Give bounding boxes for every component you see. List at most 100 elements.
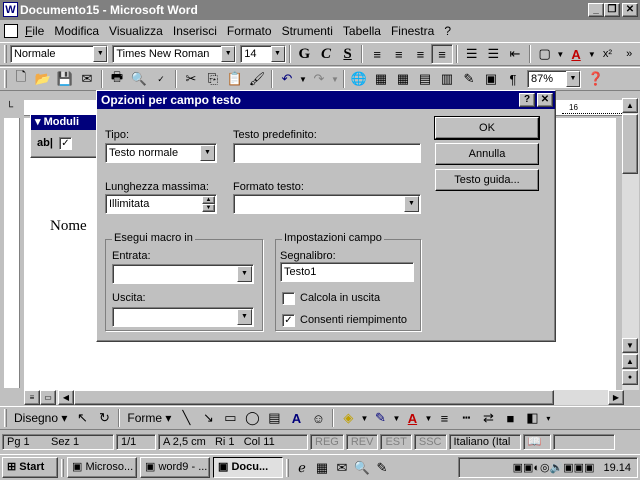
font-color-icon[interactable]: A xyxy=(565,44,587,64)
calcola-checkbox[interactable] xyxy=(282,292,295,305)
fill-color-icon[interactable]: ◈ xyxy=(337,408,359,428)
chevron-down-icon[interactable]: ▼ xyxy=(587,44,597,64)
align-right-icon[interactable]: ≡ xyxy=(410,44,432,64)
prev-page-button[interactable]: ▲ xyxy=(622,354,638,369)
vertical-scrollbar[interactable]: ▲ ▼ ▲ ● xyxy=(622,98,639,390)
3d-icon[interactable]: ◧ xyxy=(521,408,543,428)
numbering-icon[interactable]: ☰ xyxy=(461,44,483,64)
status-est[interactable]: EST xyxy=(380,434,412,450)
scroll-left-button[interactable]: ◀ xyxy=(58,390,74,405)
chevron-down-icon[interactable]: ▼ xyxy=(423,408,433,428)
hscroll-thumb[interactable] xyxy=(74,390,554,405)
chevron-down-icon[interactable]: ▼ xyxy=(237,309,252,325)
rotate-icon[interactable]: ↻ xyxy=(93,408,115,428)
start-button[interactable]: ⊞ Start xyxy=(2,457,58,478)
task-word9[interactable]: ▣ word9 - ... xyxy=(140,457,210,478)
drawing-icon[interactable]: ✎ xyxy=(458,69,480,89)
line-style-icon[interactable]: ≡ xyxy=(433,408,455,428)
spelling-icon[interactable]: ✓ xyxy=(150,69,172,89)
testo-predefinito-input[interactable] xyxy=(233,143,421,163)
horizontal-scrollbar[interactable]: ≡ ▭ ◀ ▶ xyxy=(24,390,624,405)
paste-icon[interactable]: 📋 xyxy=(224,69,246,89)
spelling-status-icon[interactable]: 📖 xyxy=(522,434,551,450)
open-folder-icon[interactable]: 📂 xyxy=(32,69,54,89)
format-painter-icon[interactable]: 🖌 xyxy=(246,69,268,89)
moduli-title[interactable]: ▾ Moduli xyxy=(31,115,101,130)
vertical-ruler[interactable] xyxy=(4,118,20,388)
font-size-combo[interactable]: 14 ▼ xyxy=(240,45,286,63)
dash-style-icon[interactable]: ┅ xyxy=(455,408,477,428)
testo-guida-button[interactable]: Testo guida... xyxy=(435,169,539,191)
tables-borders-icon[interactable]: ▦ xyxy=(370,69,392,89)
menu-file[interactable]: File xyxy=(20,24,49,38)
toolbar-grip[interactable] xyxy=(4,70,7,88)
chevron-down-icon[interactable]: ▼ xyxy=(237,266,252,282)
task-microsoft[interactable]: ▣ Microso... xyxy=(67,457,137,478)
ie-icon[interactable]: ℯ xyxy=(292,458,312,478)
notepad-icon[interactable]: ✎ xyxy=(372,458,392,478)
decrease-indent-icon[interactable]: ⇤ xyxy=(504,44,526,64)
consenti-checkbox[interactable]: ✓ xyxy=(282,314,295,327)
close-button[interactable]: ✕ xyxy=(622,3,638,17)
chevron-down-icon[interactable]: ▼ xyxy=(555,44,565,64)
toolbar-grip[interactable] xyxy=(4,409,7,427)
border-icon[interactable]: ▢ xyxy=(534,44,556,64)
chevron-down-icon[interactable]: ▼ xyxy=(270,46,285,62)
menu-tabella[interactable]: Tabella xyxy=(338,24,386,38)
hyperlink-icon[interactable]: 🌐 xyxy=(348,69,370,89)
chevron-down-icon[interactable]: ▼ xyxy=(330,69,340,89)
select-objects-icon[interactable]: ↖ xyxy=(71,408,93,428)
tab-stop-icon[interactable]: └ xyxy=(6,102,13,113)
align-center-icon[interactable]: ≡ xyxy=(388,44,410,64)
font-combo[interactable]: Times New Roman ▼ xyxy=(112,45,237,63)
show-hide-icon[interactable]: ¶ xyxy=(502,69,524,89)
formato-select[interactable]: ▼ xyxy=(233,194,421,214)
disegno-menu[interactable]: Disegno ▾ xyxy=(10,411,71,425)
textbox-icon[interactable]: ▤ xyxy=(263,408,285,428)
oval-icon[interactable]: ◯ xyxy=(241,408,263,428)
toolbar-grip[interactable] xyxy=(4,45,7,63)
wordart-icon[interactable]: A xyxy=(285,408,307,428)
align-left-icon[interactable]: ≡ xyxy=(366,44,388,64)
status-ssc[interactable]: SSC xyxy=(413,434,447,450)
layout-view-button[interactable]: ▭ xyxy=(40,390,56,405)
tray-icons[interactable]: ▣▣◐◎🔊▣▣▣ xyxy=(513,461,595,474)
restore-button[interactable]: ❐ xyxy=(604,3,620,17)
arrow-icon[interactable]: ↘ xyxy=(197,408,219,428)
justify-icon[interactable]: ≡ xyxy=(431,44,453,64)
zoom-combo[interactable]: 87% ▼ xyxy=(527,70,581,88)
bullets-icon[interactable]: ☰ xyxy=(483,44,505,64)
undo-icon[interactable]: ↶ xyxy=(276,69,298,89)
menu-finestra[interactable]: Finestra xyxy=(386,24,439,38)
scroll-right-button[interactable]: ▶ xyxy=(608,390,624,405)
browse-object-button[interactable]: ● xyxy=(622,370,638,385)
copy-icon[interactable]: ⎘ xyxy=(202,69,224,89)
chevron-down-icon[interactable]: ▼ xyxy=(298,69,308,89)
scroll-thumb[interactable] xyxy=(622,114,638,174)
line-color-icon[interactable]: ✎ xyxy=(369,408,391,428)
spin-down-icon[interactable]: ▼ xyxy=(202,204,215,212)
font-color-icon[interactable]: A xyxy=(401,408,423,428)
more-buttons-icon[interactable]: » xyxy=(618,44,640,64)
redo-icon[interactable]: ↷ xyxy=(308,69,330,89)
menu-inserisci[interactable]: Inserisci xyxy=(168,24,222,38)
uscita-select[interactable]: ▼ xyxy=(112,307,254,327)
style-combo[interactable]: Normale ▼ xyxy=(9,45,109,63)
cut-icon[interactable]: ✂ xyxy=(180,69,202,89)
clipart-icon[interactable]: ☺ xyxy=(307,408,329,428)
help-icon[interactable]: ❓ xyxy=(585,69,607,89)
print-preview-icon[interactable]: 🔍 xyxy=(128,69,150,89)
help-icon[interactable]: ? xyxy=(519,93,535,107)
annulla-button[interactable]: Annulla xyxy=(435,143,539,165)
forme-menu[interactable]: Forme ▾ xyxy=(123,411,175,425)
line-icon[interactable]: ╲ xyxy=(175,408,197,428)
document-icon[interactable] xyxy=(4,24,18,38)
permission-icon[interactable]: ✉ xyxy=(76,69,98,89)
chevron-down-icon[interactable]: ▼ xyxy=(200,145,215,161)
shadow-icon[interactable]: ■ xyxy=(499,408,521,428)
outlook-icon[interactable]: ✉ xyxy=(332,458,352,478)
underline-button[interactable]: S xyxy=(337,44,359,64)
chevron-down-icon[interactable]: ▼ xyxy=(404,196,419,212)
bold-button[interactable]: G xyxy=(294,44,316,64)
desktop-icon[interactable]: ▦ xyxy=(312,458,332,478)
